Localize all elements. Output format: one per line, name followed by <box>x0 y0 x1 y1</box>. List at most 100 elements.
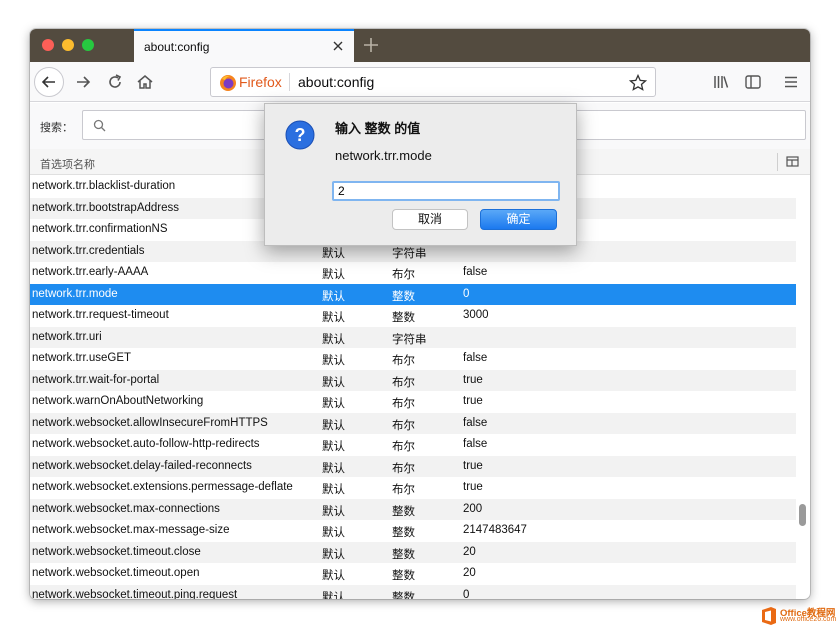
scrollbar-thumb[interactable] <box>799 504 806 526</box>
ok-button[interactable]: 确定 <box>480 209 557 230</box>
table-row[interactable]: network.websocket.timeout.open 默认 整数 20 <box>30 563 796 585</box>
firefox-logo-icon <box>220 75 236 91</box>
forward-button[interactable] <box>68 67 98 97</box>
close-icon[interactable] <box>330 38 346 54</box>
table-row[interactable]: network.websocket.max-connections 默认 整数 200 <box>30 498 796 520</box>
window-minimize-button[interactable] <box>62 39 74 51</box>
pref-value: 2147483647 <box>463 524 527 536</box>
menu-button[interactable] <box>776 67 806 97</box>
pref-value: 200 <box>463 502 483 515</box>
pref-status: 默认 <box>322 290 345 303</box>
vertical-scrollbar[interactable] <box>796 176 808 599</box>
pref-type: 布尔 <box>392 355 415 367</box>
pref-name: network.websocket.timeout.open <box>32 567 200 579</box>
pref-name: network.trr.useGET <box>32 352 132 364</box>
pref-value: 0 <box>463 588 470 600</box>
pref-type: 布尔 <box>392 269 415 281</box>
pref-status: 默认 <box>322 247 345 260</box>
column-header-name[interactable]: 首选项名称 <box>40 156 95 172</box>
table-row[interactable]: network.trr.mode 默认 整数 0 <box>30 283 796 305</box>
pref-name: network.trr.bootstrapAddress <box>32 201 180 214</box>
window-close-button[interactable] <box>42 39 54 51</box>
pref-type: 布尔 <box>392 419 415 432</box>
url-bar[interactable]: Firefox about:config <box>210 67 656 97</box>
pref-name: network.trr.uri <box>32 330 102 343</box>
new-tab-icon[interactable] <box>361 35 381 55</box>
pref-value: true <box>463 395 483 407</box>
library-icon <box>714 76 729 88</box>
pref-name: network.websocket.timeout.close <box>32 545 201 558</box>
nav-toolbar: Firefox about:config <box>30 62 810 102</box>
table-row[interactable]: network.trr.useGET 默认 布尔 false <box>30 348 796 370</box>
pref-status: 默认 <box>322 462 345 475</box>
sidebar-button[interactable] <box>738 67 768 97</box>
pref-status: 默认 <box>322 269 345 281</box>
pref-type: 布尔 <box>392 484 415 496</box>
pref-status: 默认 <box>322 376 345 389</box>
home-button[interactable] <box>130 67 160 97</box>
tab-title: about:config <box>144 40 210 54</box>
table-row[interactable]: network.websocket.timeout.ping.request 默认… <box>30 584 796 600</box>
pref-status: 默认 <box>322 591 345 600</box>
pref-name: network.trr.request-timeout <box>32 309 169 321</box>
pref-status: 默认 <box>322 312 345 324</box>
table-row[interactable]: network.websocket.timeout.close 默认 整数 20 <box>30 541 796 563</box>
tab-about-config[interactable]: about:config <box>134 29 354 62</box>
column-separator <box>777 153 778 171</box>
cancel-button[interactable]: 取消 <box>392 209 468 230</box>
forward-icon <box>77 76 91 88</box>
pref-name: network.trr.mode <box>32 287 118 300</box>
table-row[interactable]: network.websocket.auto-follow-http-redir… <box>30 434 796 456</box>
pref-value: false <box>463 352 488 364</box>
table-row[interactable]: network.trr.wait-for-portal 默认 布尔 true <box>30 369 796 391</box>
pref-type: 整数 <box>392 570 415 582</box>
back-icon <box>41 76 55 88</box>
pref-status: 默认 <box>322 419 345 432</box>
window-maximize-button[interactable] <box>82 39 94 51</box>
home-icon <box>137 75 153 89</box>
pref-name: network.warnOnAboutNetworking <box>32 395 204 407</box>
pref-type: 布尔 <box>392 398 415 410</box>
table-row[interactable]: network.trr.request-timeout 默认 整数 3000 <box>30 305 796 327</box>
table-row[interactable]: network.trr.early-AAAA 默认 布尔 false <box>30 262 796 284</box>
pref-status: 默认 <box>322 441 345 453</box>
value-input[interactable]: 2 <box>332 181 560 201</box>
pref-type: 整数 <box>392 312 415 324</box>
tab-bar: about:config <box>30 29 810 62</box>
library-button[interactable] <box>706 67 736 97</box>
pref-name: network.websocket.max-connections <box>32 502 220 515</box>
column-picker-icon[interactable] <box>786 155 800 169</box>
pref-status: 默认 <box>322 484 345 496</box>
pref-type: 整数 <box>392 591 415 600</box>
pref-type: 布尔 <box>392 441 415 453</box>
search-icon <box>93 119 106 132</box>
bookmark-star-icon[interactable] <box>629 74 647 92</box>
pref-value: true <box>463 459 483 472</box>
back-button[interactable] <box>34 67 64 97</box>
table-row[interactable]: network.websocket.allowInsecureFromHTTPS… <box>30 412 796 434</box>
menu-icon <box>785 76 797 88</box>
pref-type: 整数 <box>392 505 415 518</box>
pref-status: 默认 <box>322 398 345 410</box>
reload-button[interactable] <box>100 67 130 97</box>
table-row[interactable]: network.warnOnAboutNetworking 默认 布尔 true <box>30 391 796 413</box>
pref-type: 字符串 <box>392 247 427 260</box>
question-icon: ? <box>285 120 315 150</box>
table-row[interactable]: network.websocket.delay-failed-reconnect… <box>30 455 796 477</box>
pref-name: network.trr.blacklist-duration <box>32 180 176 192</box>
pref-name: network.websocket.allowInsecureFromHTTPS <box>32 416 268 429</box>
pref-name: network.websocket.delay-failed-reconnect… <box>32 459 252 472</box>
url-separator <box>289 73 290 91</box>
pref-value: true <box>463 481 483 493</box>
reload-icon <box>109 74 122 88</box>
table-row[interactable]: network.trr.uri 默认 字符串 <box>30 326 796 348</box>
pref-type: 整数 <box>392 548 415 561</box>
pref-type: 整数 <box>392 290 415 303</box>
pref-type: 布尔 <box>392 376 415 389</box>
table-row[interactable]: network.websocket.max-message-size 默认 整数 21… <box>30 520 796 542</box>
url-text[interactable]: about:config <box>298 74 374 90</box>
pref-status: 默认 <box>322 505 345 518</box>
sidebar-icon <box>745 75 761 89</box>
pref-type: 整数 <box>392 527 415 539</box>
table-row[interactable]: network.websocket.extensions.permessage-… <box>30 477 796 499</box>
